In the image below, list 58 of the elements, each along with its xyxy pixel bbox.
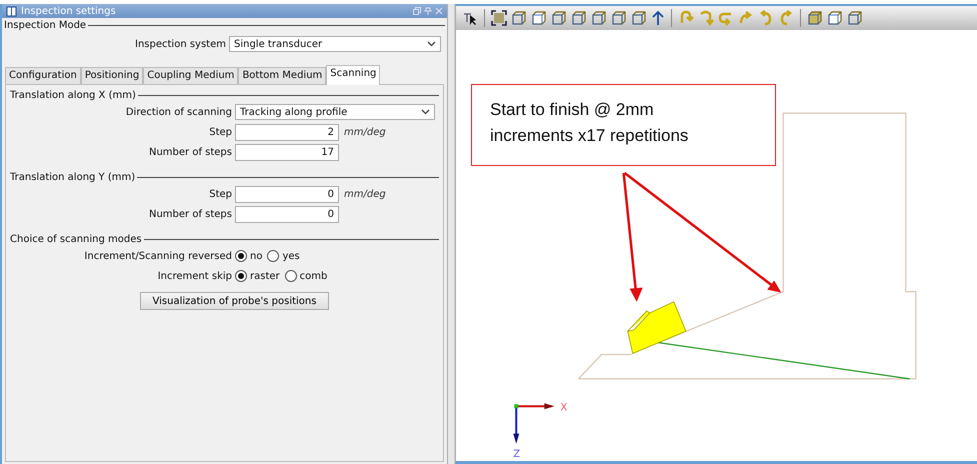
cube-icon[interactable] [631, 10, 647, 26]
field-label: Number of steps [148, 208, 232, 220]
field-label: Increment/Scanning reversed [83, 250, 232, 262]
radio-button[interactable] [235, 250, 247, 262]
tab[interactable]: Positioning [80, 67, 144, 84]
cube-icon[interactable] [807, 10, 823, 26]
chevron-down-icon [421, 109, 430, 115]
axis-label: Z [513, 448, 520, 460]
cube-icon[interactable] [511, 10, 527, 26]
field-label: Step [208, 188, 232, 200]
callout-note: Start to finish @ 2mm increments x17 repetitions [471, 84, 776, 166]
field-label: Inspection system [134, 38, 226, 50]
number-field[interactable]: 2 [235, 124, 339, 140]
field-label: Increment skip [156, 270, 232, 282]
unit-label: mm/deg [344, 188, 386, 200]
origin-marker [514, 404, 518, 408]
cube-icon[interactable] [827, 10, 843, 26]
dropdown[interactable]: Single transducer [229, 36, 441, 52]
group-heading: Choice of scanning modes [10, 234, 142, 244]
radio-button[interactable] [284, 270, 297, 282]
tab[interactable]: Bottom Medium [238, 67, 326, 84]
dropdown[interactable]: Tracking along profile [235, 104, 435, 120]
radio-label: raster [250, 270, 280, 282]
tab[interactable]: Configuration [5, 67, 81, 84]
cube-icon[interactable] [847, 10, 863, 26]
number-field[interactable]: 0 [235, 186, 339, 202]
field-label: Direction of scanning [124, 106, 232, 118]
cube-icon[interactable] [571, 10, 587, 26]
tab[interactable]: Coupling Medium [143, 67, 238, 84]
radio-button[interactable] [267, 250, 280, 262]
field-label: Step [208, 126, 232, 138]
tab[interactable]: Scanning [326, 65, 380, 85]
fit-view-icon[interactable] [491, 10, 507, 26]
radio-label: yes [282, 250, 300, 262]
cube-icon[interactable] [591, 10, 607, 26]
axis-label: X [560, 402, 568, 414]
radio-label: comb [300, 270, 328, 282]
panel-title: Inspection settings [21, 6, 116, 16]
radio-label: no [250, 250, 262, 262]
group-heading: Translation along Y (mm) [10, 172, 136, 182]
up-arrow-icon[interactable] [651, 10, 665, 26]
x-axis-arrow [516, 403, 554, 410]
number-field[interactable]: 17 [235, 144, 339, 160]
field-label: Number of steps [148, 146, 232, 158]
cube-icon[interactable] [551, 10, 567, 26]
visualization-button[interactable]: Visualization of probe's positions [140, 292, 330, 310]
splitter-handle[interactable] [448, 4, 455, 464]
probe-drawing [627, 301, 686, 354]
unit-label: mm/deg [344, 126, 386, 138]
radio-button[interactable] [235, 270, 247, 282]
number-field[interactable]: 0 [235, 206, 339, 222]
group-heading: Translation along X (mm) [10, 90, 136, 100]
cube-icon[interactable] [531, 10, 547, 26]
chevron-down-icon [427, 41, 436, 47]
group-heading: Inspection Mode [4, 20, 86, 30]
cube-icon[interactable] [611, 10, 627, 26]
z-axis-arrow [513, 406, 520, 444]
book-icon [6, 6, 17, 16]
